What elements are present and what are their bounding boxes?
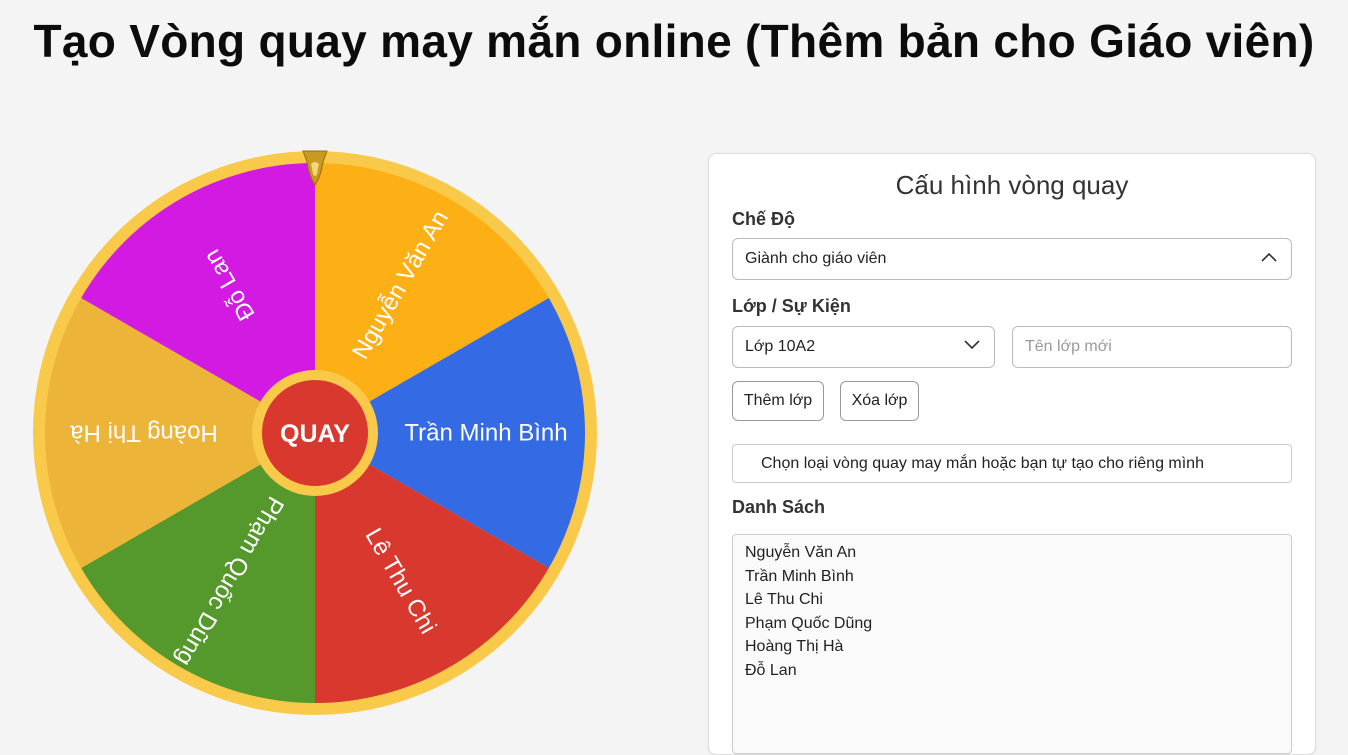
lucky-wheel[interactable]: Nguyễn Văn An Trần Minh Bình Lê Thu Chi Phạ… <box>30 148 600 718</box>
delete-class-button[interactable]: Xóa lớp <box>840 381 919 421</box>
config-panel: Cấu hình vòng quay Chế Độ Giành cho giáo… <box>708 153 1316 755</box>
list-label: Danh Sách <box>732 497 826 517</box>
list-item: Trần Minh Bình <box>745 567 854 585</box>
page-title: Tạo Vòng quay may mắn online (Thêm bản c… <box>33 15 1315 67</box>
wheel-segment-label: Hoàng Thị Hà <box>70 420 218 447</box>
chevron-down-icon <box>964 340 980 350</box>
wheel-type-select[interactable]: Chọn loại vòng quay may mắn hoặc bạn tự … <box>732 444 1292 483</box>
mode-select-value: Giành cho giáo viên <box>745 250 887 267</box>
new-class-input[interactable]: Tên lớp mới <box>1012 326 1292 368</box>
name-list-textarea[interactable]: Nguyễn Văn An Trần Minh Bình Lê Thu Chi … <box>732 534 1292 754</box>
list-item: Hoàng Thị Hà <box>745 638 844 656</box>
add-class-button[interactable]: Thêm lớp <box>732 381 824 421</box>
chevron-up-icon <box>1261 252 1277 262</box>
list-item: Nguyễn Văn An <box>745 544 857 561</box>
wheel-graphic[interactable]: Nguyễn Văn AnTrần Minh BìnhLê Thu ChiPhạ… <box>30 148 600 718</box>
class-select-value: Lớp 10A2 <box>745 338 816 355</box>
mode-select[interactable]: Giành cho giáo viên <box>732 238 1292 280</box>
config-title: Cấu hình vòng quay <box>895 170 1129 200</box>
spin-button-label[interactable]: QUAY <box>280 420 350 448</box>
list-item: Lê Thu Chi <box>745 591 823 609</box>
list-item: Đỗ Lan <box>745 661 797 679</box>
wheel-segment-label: Trần Minh Bình <box>404 420 567 447</box>
list-item: Phạm Quốc Dũng <box>745 614 873 632</box>
mode-label: Chế Độ <box>732 209 795 229</box>
class-select[interactable]: Lớp 10A2 <box>732 326 995 368</box>
class-label: Lớp / Sự Kiện <box>732 296 851 316</box>
